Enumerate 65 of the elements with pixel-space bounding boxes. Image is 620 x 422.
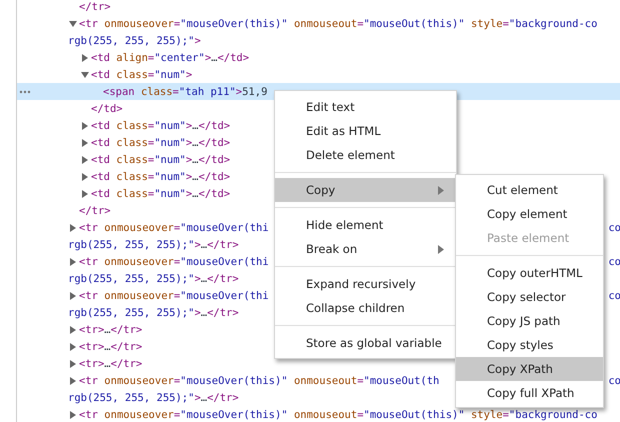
code-line: <tr>…</tr> (79, 324, 142, 336)
menu-item[interactable]: Copy XPath (456, 357, 603, 381)
code-line: <td class="num">…</td> (91, 188, 230, 200)
submenu-arrow-icon (438, 244, 444, 254)
code-line: rgb(255, 255, 255);">…</tr> (68, 392, 239, 404)
code-line: <tr onmouseover="mouseOver(this)" onmouseout="mouseOut(th (79, 374, 440, 386)
menu-item[interactable]: Copy JS path (456, 309, 603, 333)
collapsed-triangle-icon[interactable] (69, 224, 77, 232)
menu-item[interactable]: Delete element (275, 143, 456, 167)
code-line: rgb(255, 255, 255);">…</tr> (68, 238, 239, 250)
code-line: rgb(255, 255, 255);">…</tr> (68, 306, 239, 318)
code-line: <span class="tah p11">51,9 (103, 86, 268, 98)
code-line: <td class="num">…</td> (91, 136, 230, 148)
menu-item[interactable]: Copy styles (456, 333, 603, 357)
menu-item[interactable]: Edit text (275, 95, 456, 119)
menu-item[interactable]: Expand recursively (275, 272, 456, 296)
code-fragment: co (608, 256, 620, 268)
expanded-triangle-icon[interactable] (81, 70, 89, 78)
collapsed-triangle-icon[interactable] (69, 376, 77, 384)
code-fragment: co (608, 222, 620, 234)
collapsed-triangle-icon[interactable] (81, 172, 89, 180)
more-icon[interactable] (19, 90, 31, 94)
collapsed-triangle-icon[interactable] (69, 258, 77, 266)
menu-item[interactable]: Edit as HTML (275, 119, 456, 143)
code-line: <tr onmouseover="mouseOver(this)" onmouseout="mouseOut(this)" style="background-co (79, 18, 598, 30)
code-line: rgb(255, 255, 255);"> (68, 34, 201, 46)
menu-item[interactable]: Copy (275, 178, 456, 202)
menu-item[interactable]: Collapse children (275, 296, 456, 320)
code-line: </tr> (79, 204, 111, 216)
code-fragment: co (608, 374, 620, 386)
menu-item[interactable]: Copy full XPath (456, 381, 603, 405)
menu-item[interactable]: Break on (275, 237, 456, 261)
code-line: <tr onmouseover="mouseOver(thi (79, 256, 269, 268)
code-line: <td class="num"> (91, 68, 192, 80)
code-line: <tr onmouseover="mouseOver(thi (79, 290, 269, 302)
menu-item[interactable]: Copy outerHTML (456, 261, 603, 285)
code-line: </td> (91, 102, 123, 114)
collapsed-triangle-icon[interactable] (69, 360, 77, 368)
collapsed-triangle-icon[interactable] (81, 190, 89, 198)
code-line: </tr> (79, 0, 111, 12)
collapsed-triangle-icon[interactable] (69, 410, 77, 418)
menu-item[interactable]: Cut element (456, 178, 603, 202)
expanded-triangle-icon[interactable] (69, 20, 77, 28)
collapsed-triangle-icon[interactable] (81, 122, 89, 130)
collapsed-triangle-icon[interactable] (81, 156, 89, 164)
code-line: <td class="num">…</td> (91, 170, 230, 182)
menu-item[interactable]: Copy element (456, 202, 603, 226)
submenu-arrow-icon (438, 186, 444, 194)
code-fragment: co (608, 290, 620, 302)
collapsed-triangle-icon[interactable] (81, 138, 89, 146)
code-line: rgb(255, 255, 255);">…</tr> (68, 272, 239, 284)
code-line: <tr>…</tr> (79, 340, 142, 352)
code-line: <td align="center">…</td> (91, 52, 250, 64)
code-line: <tr>…</tr> (79, 358, 142, 370)
code-line: <tr onmouseover="mouseOver(this)" onmouseout="mouseOut(this)" style="background-co (79, 408, 598, 420)
code-line: <td class="num">…</td> (91, 120, 230, 132)
collapsed-triangle-icon[interactable] (81, 54, 89, 62)
code-line: <tr onmouseover="mouseOver(thi (79, 222, 269, 234)
collapsed-triangle-icon[interactable] (69, 292, 77, 300)
collapsed-triangle-icon[interactable] (69, 342, 77, 350)
collapsed-triangle-icon[interactable] (69, 326, 77, 334)
code-line: <td class="num">…</td> (91, 154, 230, 166)
menu-item[interactable]: Hide element (275, 213, 456, 237)
menu-item[interactable]: Store as global variable (275, 331, 456, 355)
menu-item[interactable]: Copy selector (456, 285, 603, 309)
